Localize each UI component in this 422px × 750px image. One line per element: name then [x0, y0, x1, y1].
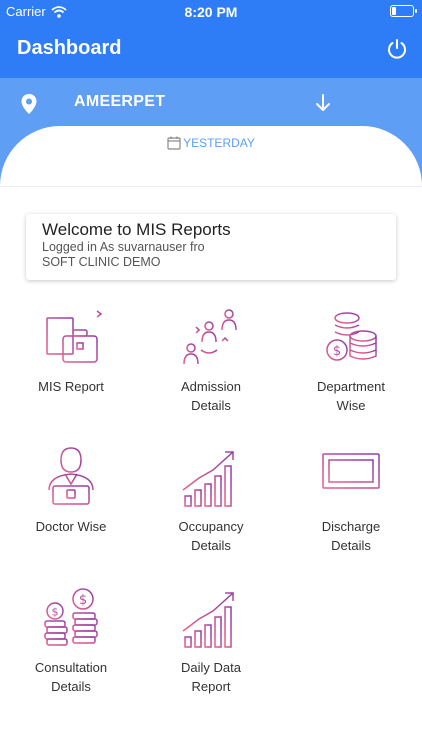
svg-text:$: $ — [52, 606, 59, 619]
tile-consultation-details[interactable]: $ $ Consultation Details — [1, 587, 141, 717]
welcome-clinic-line: SOFT CLINIC DEMO — [42, 255, 161, 269]
tile-department-wise[interactable]: $ Department Wise — [281, 306, 421, 436]
tile-label: Consultation Details — [34, 660, 108, 694]
tile-label: Discharge Details — [321, 519, 381, 553]
svg-text:$: $ — [79, 593, 87, 608]
location-name: AMEERPET — [74, 93, 166, 110]
welcome-user-line: Logged in As suvarnauser fro — [42, 240, 205, 254]
power-icon[interactable] — [386, 38, 408, 60]
growth-chart-icon — [181, 451, 241, 507]
admission-people-icon — [183, 309, 237, 365]
page-title: Dashboard — [17, 37, 122, 59]
tile-doctor-wise[interactable]: Doctor Wise — [1, 446, 141, 576]
tile-label: Admission Details — [181, 379, 241, 413]
tile-label: MIS Report — [38, 379, 104, 394]
location-pin-icon — [21, 94, 37, 114]
coins-icon: $ $ — [44, 588, 98, 646]
date-filter[interactable]: YESTERDAY — [0, 136, 422, 150]
calendar-icon — [167, 136, 181, 150]
tile-mis-report[interactable]: MIS Report — [1, 306, 141, 436]
svg-text:$: $ — [333, 344, 341, 359]
date-filter-label: YESTERDAY — [183, 136, 255, 150]
billboard-icon — [322, 448, 380, 508]
tile-occupancy-details[interactable]: Occupancy Details — [141, 446, 281, 576]
divider — [0, 186, 422, 187]
tile-label: Occupancy Details — [178, 519, 244, 553]
status-bar: Carrier 8:20 PM — [0, 0, 422, 22]
status-time: 8:20 PM — [184, 4, 238, 20]
tile-label: Daily Data Report — [181, 660, 241, 694]
welcome-title: Welcome to MIS Reports — [42, 220, 231, 239]
briefcase-icon — [46, 310, 103, 363]
tile-discharge-details[interactable]: Discharge Details — [281, 446, 421, 576]
tile-label: Doctor Wise — [35, 519, 107, 534]
app-bar: Dashboard — [0, 22, 422, 78]
battery-icon — [390, 5, 417, 17]
coin-stack-icon: $ — [326, 312, 377, 361]
tile-daily-data-report[interactable]: Daily Data Report — [141, 587, 281, 717]
welcome-card: Welcome to MIS Reports Logged in As suva… — [26, 214, 396, 280]
arrow-down-icon[interactable] — [314, 93, 332, 113]
doctor-icon — [45, 447, 97, 505]
growth-chart-icon — [181, 592, 241, 648]
tile-admission-details[interactable]: Admission Details — [141, 306, 281, 436]
tile-label: Department Wise — [317, 379, 385, 413]
